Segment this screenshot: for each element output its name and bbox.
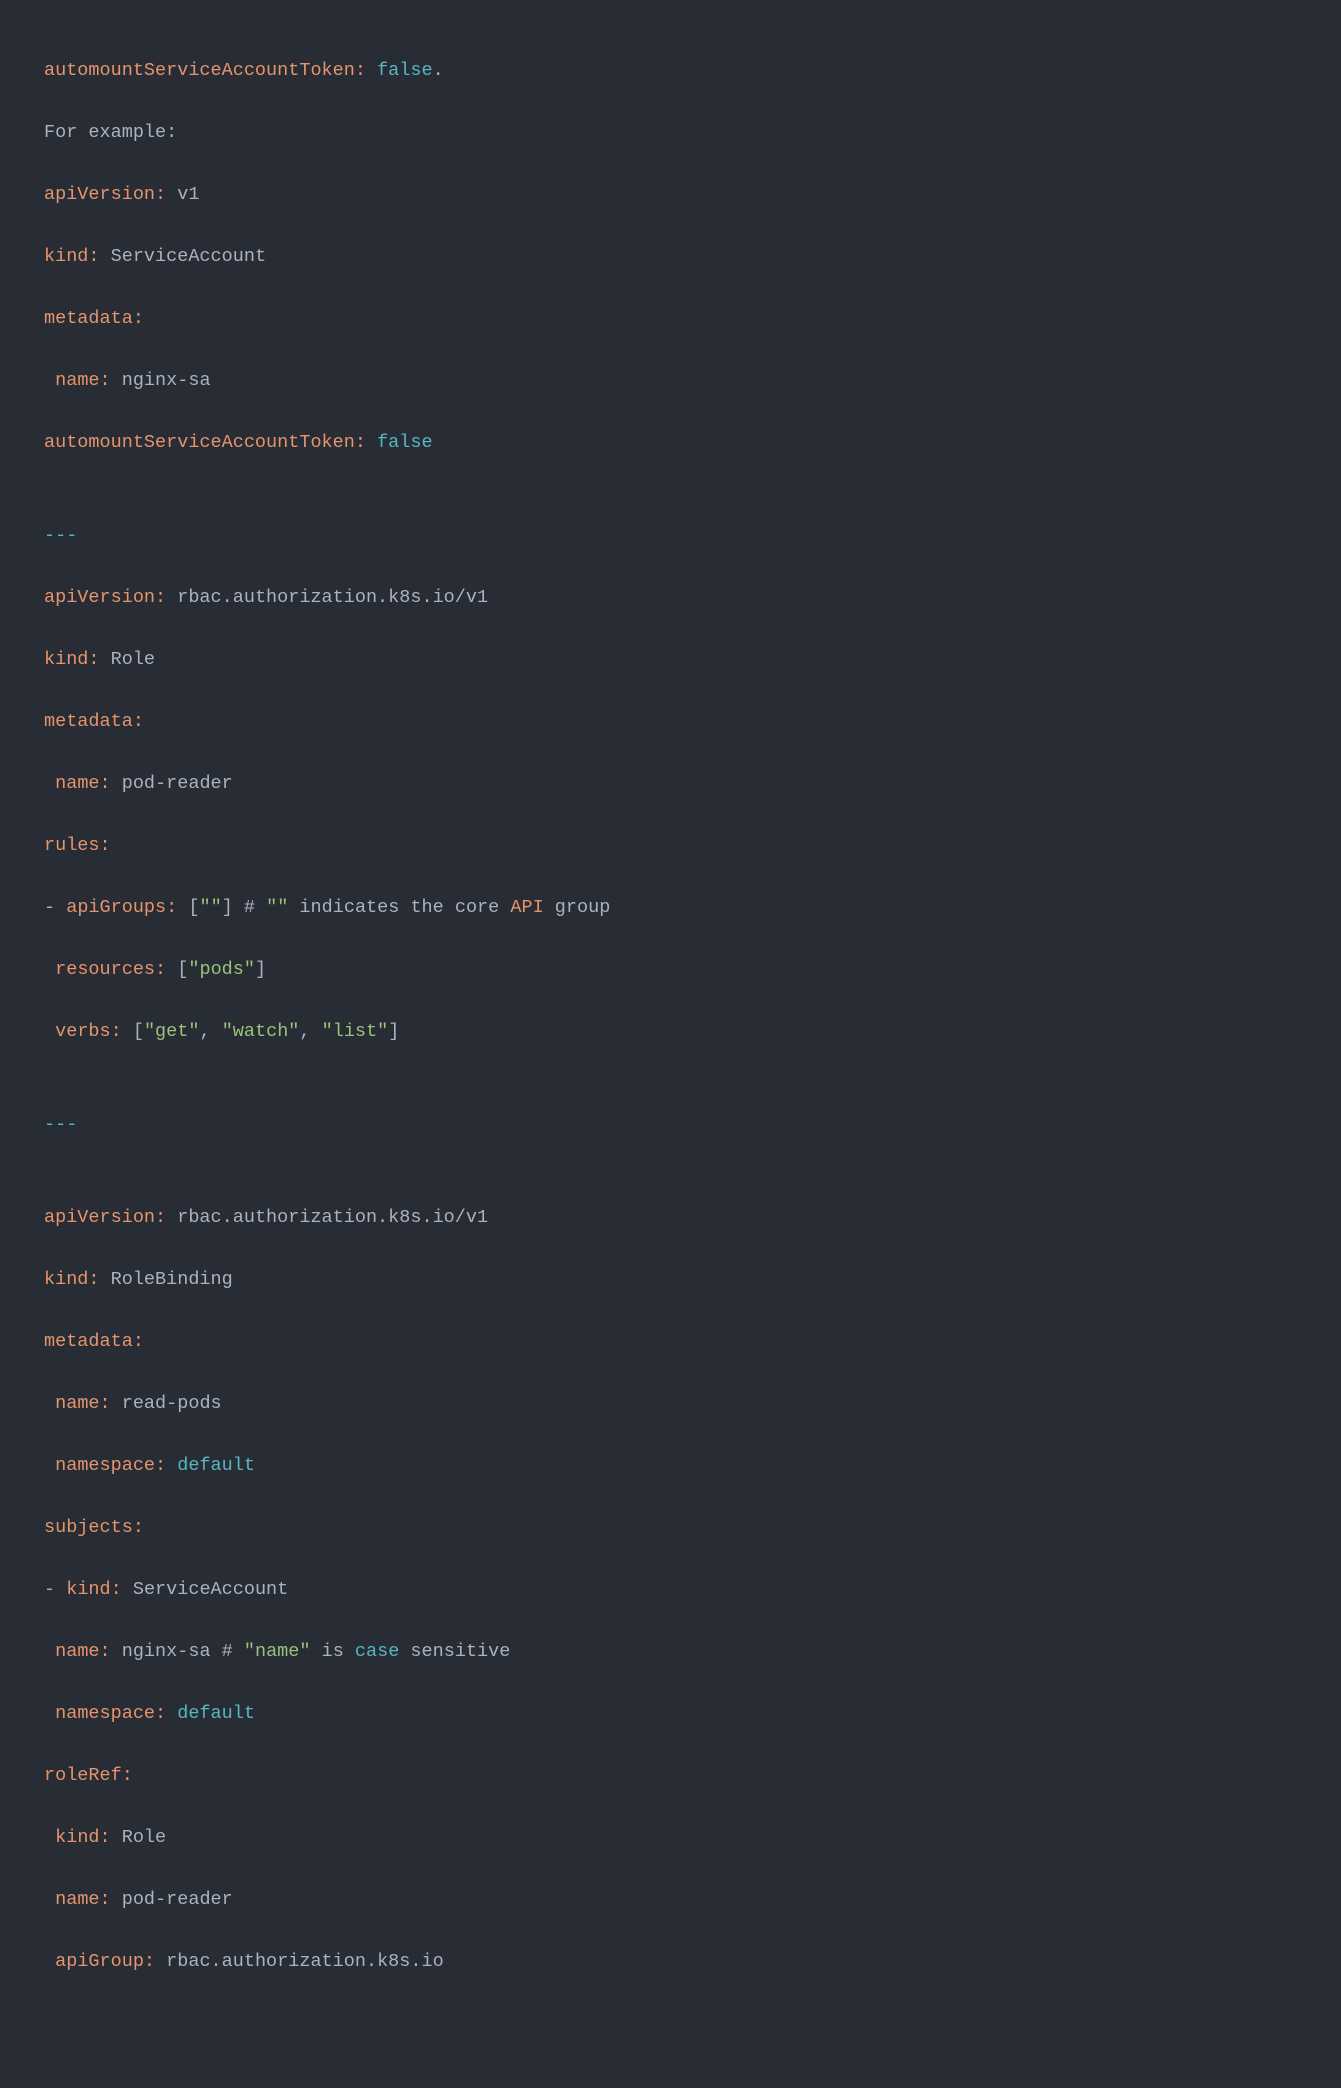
code-line: apiGroup: rbac.authorization.k8s.io xyxy=(44,1946,1297,1977)
code-line: apiVersion: rbac.authorization.k8s.io/v1 xyxy=(44,582,1297,613)
code-line: - kind: ServiceAccount xyxy=(44,1574,1297,1605)
code-line: name: pod-reader xyxy=(44,1884,1297,1915)
code-line: --- xyxy=(44,1109,1297,1140)
code-line: apiVersion: rbac.authorization.k8s.io/v1 xyxy=(44,1202,1297,1233)
code-line: kind: Role xyxy=(44,1822,1297,1853)
code-line: namespace: default xyxy=(44,1450,1297,1481)
code-line: name: nginx-sa # "name" is case sensitiv… xyxy=(44,1636,1297,1667)
code-line: subjects: xyxy=(44,1512,1297,1543)
code-line: automountServiceAccountToken: false xyxy=(44,427,1297,458)
code-line: metadata: xyxy=(44,706,1297,737)
code-line: For example: xyxy=(44,117,1297,148)
code-line: --- xyxy=(44,520,1297,551)
code-line: verbs: ["get", "watch", "list"] xyxy=(44,1016,1297,1047)
code-line: name: nginx-sa xyxy=(44,365,1297,396)
code-line: rules: xyxy=(44,830,1297,861)
code-line: kind: Role xyxy=(44,644,1297,675)
code-line: name: read-pods xyxy=(44,1388,1297,1419)
code-line: kind: RoleBinding xyxy=(44,1264,1297,1295)
code-line: metadata: xyxy=(44,303,1297,334)
code-line: roleRef: xyxy=(44,1760,1297,1791)
code-line: apiVersion: v1 xyxy=(44,179,1297,210)
code-line: metadata: xyxy=(44,1326,1297,1357)
code-block: automountServiceAccountToken: false. For… xyxy=(0,0,1341,2088)
code-line: resources: ["pods"] xyxy=(44,954,1297,985)
code-line: automountServiceAccountToken: false. xyxy=(44,55,1297,86)
code-line: kind: ServiceAccount xyxy=(44,241,1297,272)
code-line: name: pod-reader xyxy=(44,768,1297,799)
code-line: - apiGroups: [""] # "" indicates the cor… xyxy=(44,892,1297,923)
code-line: namespace: default xyxy=(44,1698,1297,1729)
